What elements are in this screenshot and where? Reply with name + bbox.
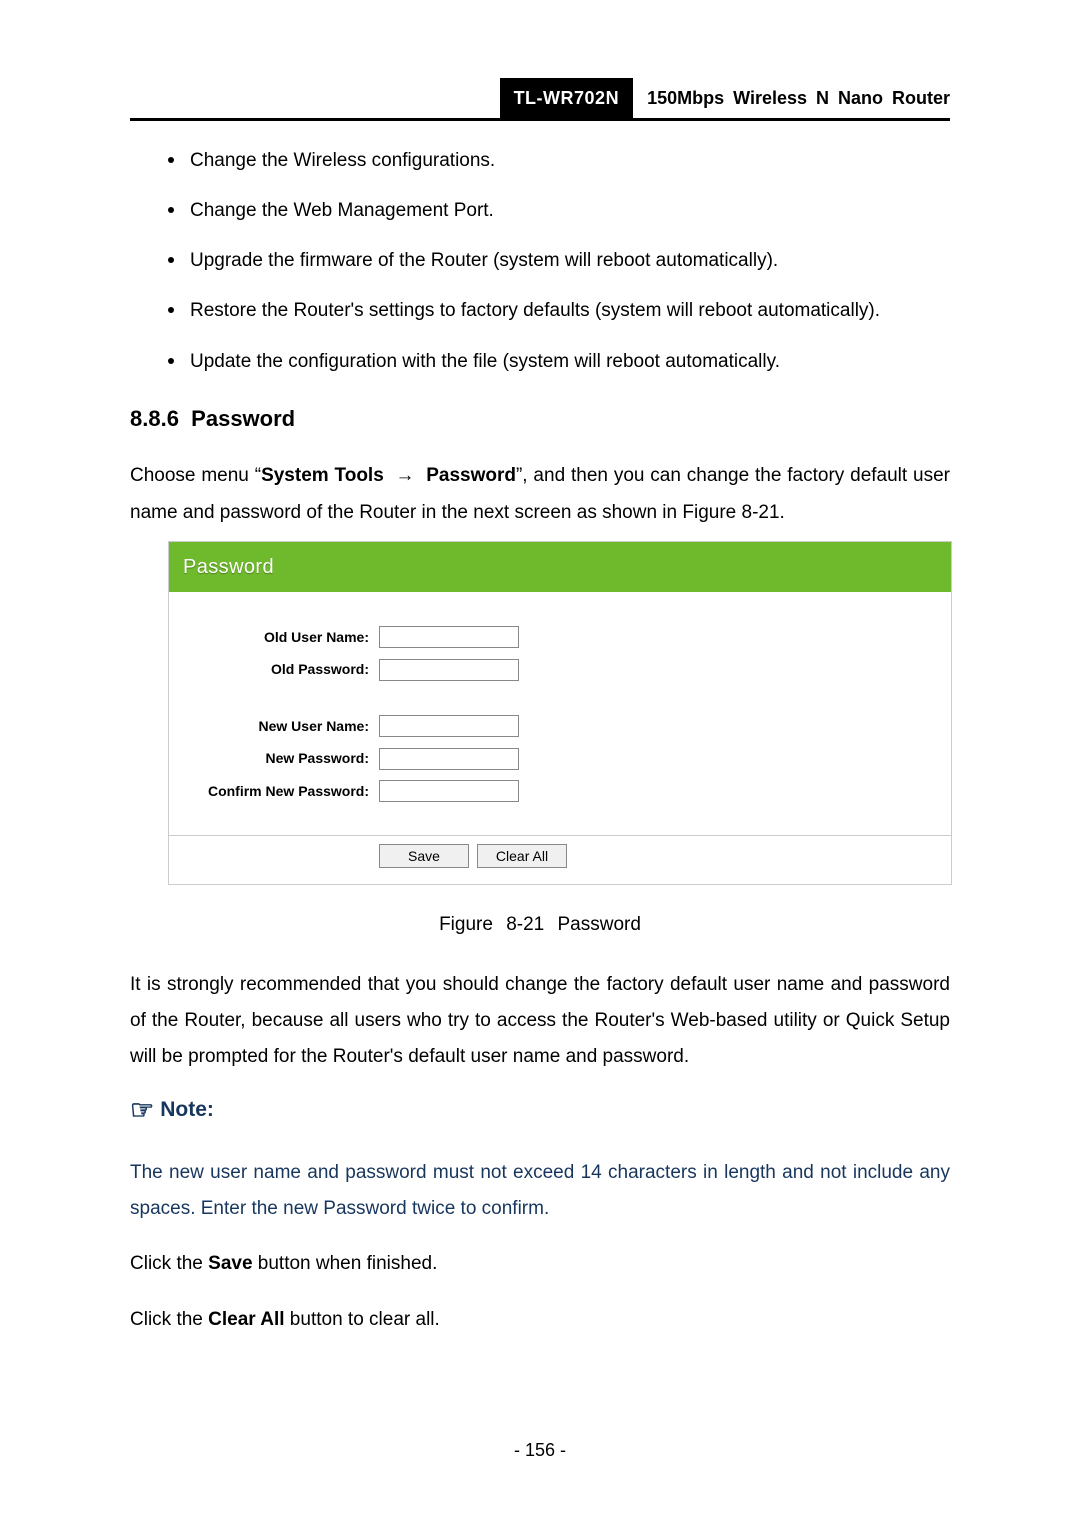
bullet-list: Change the Wireless configurations. Chan…: [130, 143, 950, 379]
text: Click the: [130, 1309, 208, 1330]
text: button to clear all.: [285, 1309, 440, 1330]
list-item: Change the Web Management Port.: [168, 193, 950, 229]
panel-title: Password: [169, 542, 951, 592]
section-heading: 8.8.6 Password: [130, 398, 950, 440]
document-header: TL-WR702N 150Mbps Wireless N Nano Router: [130, 78, 950, 121]
new-password-input[interactable]: [379, 748, 519, 770]
model-description: 150Mbps Wireless N Nano Router: [633, 78, 950, 118]
old-user-name-label: Old User Name:: [179, 624, 379, 651]
recommendation-paragraph: It is strongly recommended that you shou…: [130, 967, 950, 1075]
clear-all-button[interactable]: Clear All: [477, 844, 567, 868]
intro-paragraph: Choose menu “System Tools → Password”, a…: [130, 458, 950, 530]
menu-password: Password: [426, 465, 516, 486]
page-number: - 156 -: [0, 1433, 1080, 1467]
divider: [169, 835, 951, 836]
clear-instruction: Click the Clear All button to clear all.: [130, 1302, 950, 1338]
save-button[interactable]: Save: [379, 844, 469, 868]
section-number: 8.8.6: [130, 406, 179, 431]
figure-caption: Figure 8-21 Password: [130, 907, 950, 943]
list-item: Restore the Router's settings to factory…: [168, 293, 950, 329]
confirm-new-password-input[interactable]: [379, 780, 519, 802]
save-bold: Save: [208, 1253, 252, 1274]
pointing-hand-icon: ☞: [130, 1085, 154, 1136]
list-item: Change the Wireless configurations.: [168, 143, 950, 179]
confirm-new-password-label: Confirm New Password:: [179, 778, 379, 805]
password-panel: Password Old User Name: Old Password: Ne…: [168, 541, 952, 885]
list-item: Update the configuration with the file (…: [168, 344, 950, 380]
section-title: Password: [191, 406, 295, 431]
save-instruction: Click the Save button when finished.: [130, 1246, 950, 1282]
text: button when finished.: [253, 1253, 438, 1274]
text: Click the: [130, 1253, 208, 1274]
new-user-name-label: New User Name:: [179, 713, 379, 740]
new-password-label: New Password:: [179, 745, 379, 772]
model-badge: TL-WR702N: [500, 78, 634, 118]
clear-bold: Clear All: [208, 1309, 284, 1330]
menu-system-tools: System Tools: [261, 465, 384, 486]
list-item: Upgrade the firmware of the Router (syst…: [168, 243, 950, 279]
intro-text: Choose menu “: [130, 465, 261, 486]
old-password-input[interactable]: [379, 659, 519, 681]
old-user-name-input[interactable]: [379, 626, 519, 648]
note-body: The new user name and password must not …: [130, 1155, 950, 1227]
old-password-label: Old Password:: [179, 656, 379, 683]
note-heading-text: Note:: [160, 1098, 214, 1121]
new-user-name-input[interactable]: [379, 715, 519, 737]
note-heading: ☞ Note:: [130, 1085, 950, 1136]
arrow-icon: →: [395, 465, 414, 486]
